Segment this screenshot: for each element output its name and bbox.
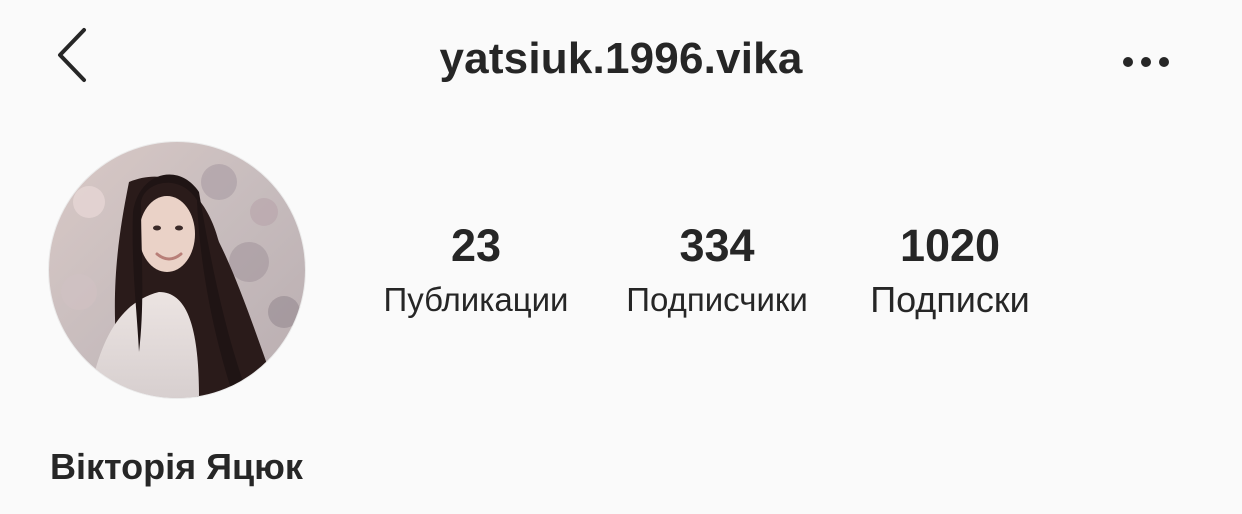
following-count-stat[interactable]: 1020 Подписки (844, 218, 1056, 322)
avatar-photo (49, 142, 305, 398)
more-horizontal-icon (1123, 57, 1169, 67)
more-options-button[interactable] (1116, 44, 1176, 80)
posts-label: Публикации (383, 281, 569, 318)
following-label: Подписки (870, 279, 1030, 320)
followers-label: Подписчики (626, 281, 808, 318)
posts-count-stat[interactable]: 23 Публикации (360, 218, 592, 322)
posts-count: 23 (450, 220, 502, 271)
profile-avatar[interactable] (49, 142, 305, 398)
top-navigation-bar: yatsiuk.1996.vika (0, 0, 1242, 120)
followers-count: 334 (679, 220, 755, 271)
followers-count-stat[interactable]: 334 Подписчики (605, 218, 829, 322)
following-count: 1020 (899, 220, 1001, 271)
profile-stats: 23 Публикации 334 Подписчики 1020 Подпис… (360, 218, 1080, 328)
profile-full-name: Вікторія Яцюк (50, 446, 303, 487)
profile-username-title: yatsiuk.1996.vika (439, 34, 803, 83)
